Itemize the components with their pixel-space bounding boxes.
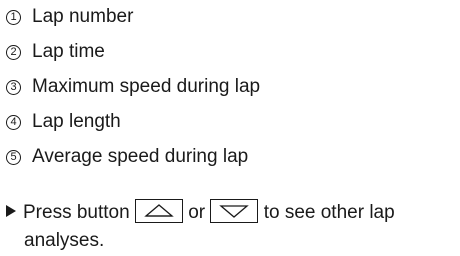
circled-number-1-icon: 1 bbox=[6, 9, 21, 25]
legend-item-average-speed: 5 Average speed during lap bbox=[6, 143, 248, 171]
legend-item-label: Lap number bbox=[32, 6, 134, 27]
down-arrow-icon bbox=[219, 205, 250, 218]
circled-number-2-icon: 2 bbox=[6, 44, 21, 60]
up-arrow-icon bbox=[144, 204, 174, 217]
instruction-suffix-line1: to see other lap bbox=[263, 202, 395, 223]
legend-item-lap-number: 1 Lap number bbox=[6, 3, 133, 31]
circled-number-3-icon: 3 bbox=[6, 79, 21, 95]
circled-number-4-icon: 4 bbox=[6, 114, 21, 130]
legend-item-label: Maximum speed during lap bbox=[32, 76, 261, 97]
legend-item-label: Lap length bbox=[32, 111, 121, 132]
legend-item-lap-time: 2 Lap time bbox=[6, 38, 105, 66]
legend-item-lap-length: 4 Lap length bbox=[6, 108, 121, 136]
up-button bbox=[134, 198, 183, 223]
legend-item-label: Lap time bbox=[32, 41, 105, 62]
circled-number-5-icon: 5 bbox=[6, 149, 21, 165]
down-button bbox=[210, 198, 259, 223]
bullet-arrow-icon bbox=[6, 205, 16, 217]
instruction-prefix: Press button bbox=[23, 202, 130, 223]
instruction-paragraph: Press button or to see other lap analyse… bbox=[6, 198, 456, 256]
instruction-connector: or bbox=[188, 202, 206, 223]
legend-item-label: Average speed during lap bbox=[32, 146, 249, 167]
legend-item-maximum-speed: 3 Maximum speed during lap bbox=[6, 73, 260, 101]
instruction-suffix-line2: analyses. bbox=[24, 230, 105, 251]
